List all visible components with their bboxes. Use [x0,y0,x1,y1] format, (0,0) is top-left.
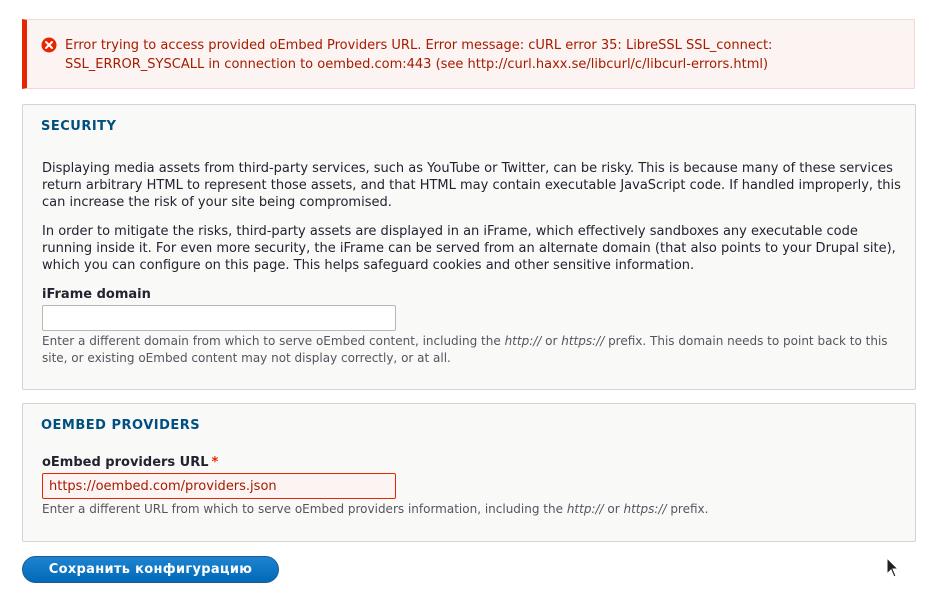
providers-url-input[interactable] [42,473,396,499]
iframe-domain-input[interactable] [42,305,396,331]
iframe-domain-description: Enter a different domain from which to s… [42,334,888,365]
iframe-domain-label: iFrame domain [42,287,151,302]
required-marker: * [211,455,219,470]
mouse-pointer-icon [886,557,900,578]
error-text: Error trying to access provided oEmbed P… [65,38,773,72]
save-configuration-button[interactable]: Сохранить конфигурацию [22,556,279,583]
error-circle-icon [41,37,57,53]
security-paragraph-2: In order to mitigate the risks, third-pa… [42,224,896,273]
providers-url-label: oEmbed providers URL * [42,455,219,470]
error-message: Error trying to access provided oEmbed P… [22,19,915,89]
oembed-providers-fieldset: OEMBED PROVIDERS oEmbed providers URL* E… [22,403,916,542]
oembed-providers-legend: OEMBED PROVIDERS [41,418,201,433]
settings-page: Error trying to access provided oEmbed P… [0,0,936,596]
providers-url-description: Enter a different URL from which to serv… [42,502,709,516]
security-paragraph-1: Displaying media assets from third-party… [42,161,901,210]
security-fieldset: SECURITY Displaying media assets from th… [22,104,916,390]
security-legend: SECURITY [41,119,117,134]
